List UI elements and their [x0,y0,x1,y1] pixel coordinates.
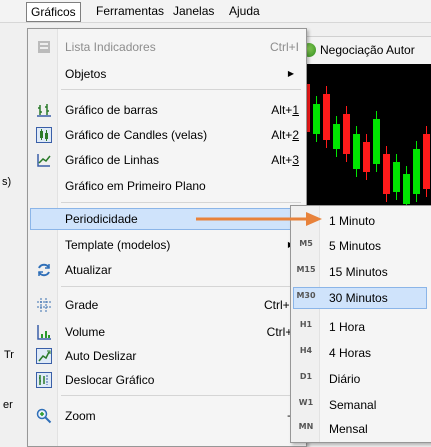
menu-item-grafico-candles[interactable]: Gráfico de Candles (velas) Alt+2 [30,124,302,146]
menu-separator [61,286,301,287]
menu-item-volume[interactable]: Volume Ctrl+L [30,321,302,343]
background-text: s) [2,176,12,188]
grid-icon [36,297,52,313]
indicator-list-icon [36,39,52,55]
candle-body [353,134,360,169]
background-text: Tr [4,349,14,361]
menu-separator [61,395,301,396]
menu-bar: Gráficos Ferramentas Janelas Ajuda [0,0,431,23]
zoom-icon [36,408,52,424]
menu-item-atualizar[interactable]: Atualizar [30,259,302,281]
periodicidade-submenu: 1 Minuto M5 5 Minutos M15 15 Minutos M30… [290,205,431,443]
period-diario[interactable]: D1 Diário [293,368,427,390]
period-code: H1 [299,320,313,329]
candle-body [323,94,330,140]
period-1-minuto[interactable]: 1 Minuto [293,210,427,232]
candle-body [373,119,380,164]
period-code: MN [298,422,314,431]
period-code: M30 [296,291,316,300]
candle-body [313,104,320,134]
bar-chart-icon [36,102,52,118]
chart-shift-icon [36,372,52,388]
menu-item-lista-indicadores[interactable]: Lista Indicadores Ctrl+I [30,36,302,58]
candle-chart-icon [36,127,52,143]
price-chart[interactable] [296,64,431,214]
candle-body [403,174,410,204]
volume-icon [36,324,52,340]
menu-separator [61,89,301,90]
candle-body [363,142,370,172]
algo-trading-button[interactable]: Negociação Autor [300,40,419,60]
period-4-horas[interactable]: H4 4 Horas [293,342,427,364]
menu-item-primeiro-plano[interactable]: Gráfico em Primeiro Plano [30,175,302,197]
menu-item-auto-deslizar[interactable]: Auto Deslizar [30,345,302,367]
graficos-menu: Lista Indicadores Ctrl+I Objetos ▶ Gráfi… [27,28,307,447]
period-30-minutos[interactable]: M30 30 Minutos [293,287,427,309]
period-code: H4 [299,346,313,355]
candle-body [423,134,430,189]
left-panel [0,23,30,445]
candle-body [343,114,350,154]
menu-item-zoom[interactable]: Zoom + [30,405,302,427]
period-1-hora[interactable]: H1 1 Hora [293,316,427,338]
period-mensal[interactable]: MN Mensal [293,418,427,440]
menu-item-objetos[interactable]: Objetos ▶ [30,63,302,85]
background-text: er [3,399,13,411]
menu-graficos[interactable]: Gráficos [26,2,81,22]
auto-scroll-icon [36,348,52,364]
menu-item-grade[interactable]: Grade Ctrl+G [30,294,302,316]
menu-item-grafico-barras[interactable]: Gráfico de barras Alt+1 [30,99,302,121]
period-code: M15 [296,265,316,274]
menu-item-grafico-linhas[interactable]: Gráfico de Linhas Alt+3 [30,149,302,171]
period-semanal[interactable]: W1 Semanal [293,394,427,416]
candle-body [383,154,390,194]
submenu-arrow-icon: ▶ [287,69,294,78]
menu-item-template[interactable]: Template (modelos) ▶ [30,234,302,256]
menu-janelas[interactable]: Janelas [169,3,218,19]
menu-item-deslocar-grafico[interactable]: Deslocar Gráfico [30,369,302,391]
menu-ferramentas[interactable]: Ferramentas [92,3,168,19]
candle-body [413,149,420,194]
refresh-icon [36,262,52,278]
menu-item-periodicidade[interactable]: Periodicidade [30,208,302,230]
period-code: D1 [299,372,313,381]
menu-separator [61,202,301,203]
period-code: M5 [299,239,313,248]
candle-body [333,124,340,149]
candle-body [393,162,400,192]
algo-trading-label: Negociação Autor [320,43,415,57]
menu-ajuda[interactable]: Ajuda [225,3,264,19]
line-chart-icon [36,152,52,168]
period-5-minutos[interactable]: M5 5 Minutos [293,235,427,257]
period-code: W1 [298,398,314,407]
period-15-minutos[interactable]: M15 15 Minutos [293,261,427,283]
